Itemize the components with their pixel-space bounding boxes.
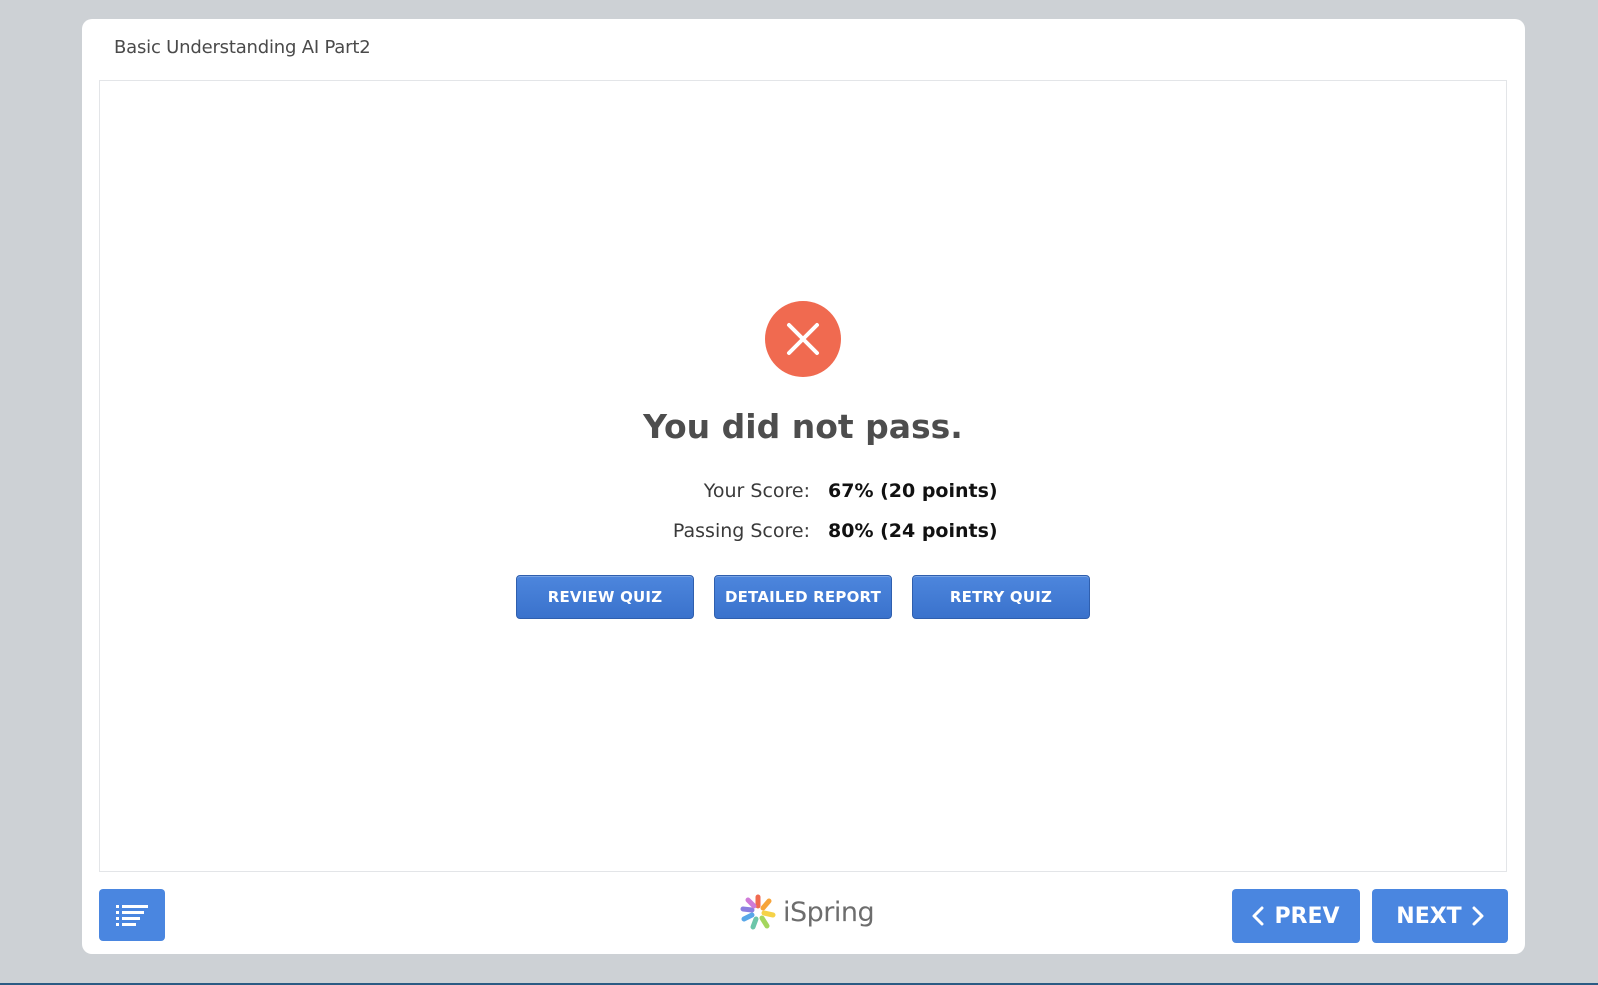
brand-name: iSpring xyxy=(783,896,875,928)
result-slide: You did not pass. Your Score: 67% (20 po… xyxy=(99,80,1507,872)
outline-button[interactable] xyxy=(99,889,165,941)
next-label: NEXT xyxy=(1396,903,1462,929)
prev-button[interactable]: PREV xyxy=(1232,889,1360,943)
chevron-left-icon xyxy=(1252,906,1264,926)
your-score-row: Your Score: 67% (20 points) xyxy=(583,480,1023,502)
result-headline: You did not pass. xyxy=(643,407,963,446)
detailed-report-button[interactable]: DETAILED REPORT xyxy=(714,575,892,619)
ispring-flower-icon xyxy=(740,894,776,930)
result-actions: REVIEW QUIZ DETAILED REPORT RETRY QUIZ xyxy=(100,575,1506,619)
quiz-player: Basic Understanding AI Part2 You did not… xyxy=(82,19,1525,954)
your-score-value: 67% (20 points) xyxy=(828,480,998,502)
retry-quiz-button[interactable]: RETRY QUIZ xyxy=(912,575,1090,619)
chevron-right-icon xyxy=(1472,906,1484,926)
next-button[interactable]: NEXT xyxy=(1372,889,1508,943)
prev-label: PREV xyxy=(1274,903,1340,929)
passing-score-value: 80% (24 points) xyxy=(828,520,998,542)
score-table: Your Score: 67% (20 points) Passing Scor… xyxy=(100,480,1506,542)
review-quiz-button[interactable]: REVIEW QUIZ xyxy=(516,575,694,619)
passing-score-label: Passing Score: xyxy=(672,520,810,542)
ispring-logo: iSpring xyxy=(739,893,875,931)
course-title: Basic Understanding AI Part2 xyxy=(114,37,371,58)
passing-score-row: Passing Score: 80% (24 points) xyxy=(583,520,1023,542)
close-x-icon xyxy=(765,301,841,377)
your-score-label: Your Score: xyxy=(703,480,810,502)
result-panel: You did not pass. Your Score: 67% (20 po… xyxy=(100,301,1506,619)
list-icon xyxy=(116,905,148,926)
